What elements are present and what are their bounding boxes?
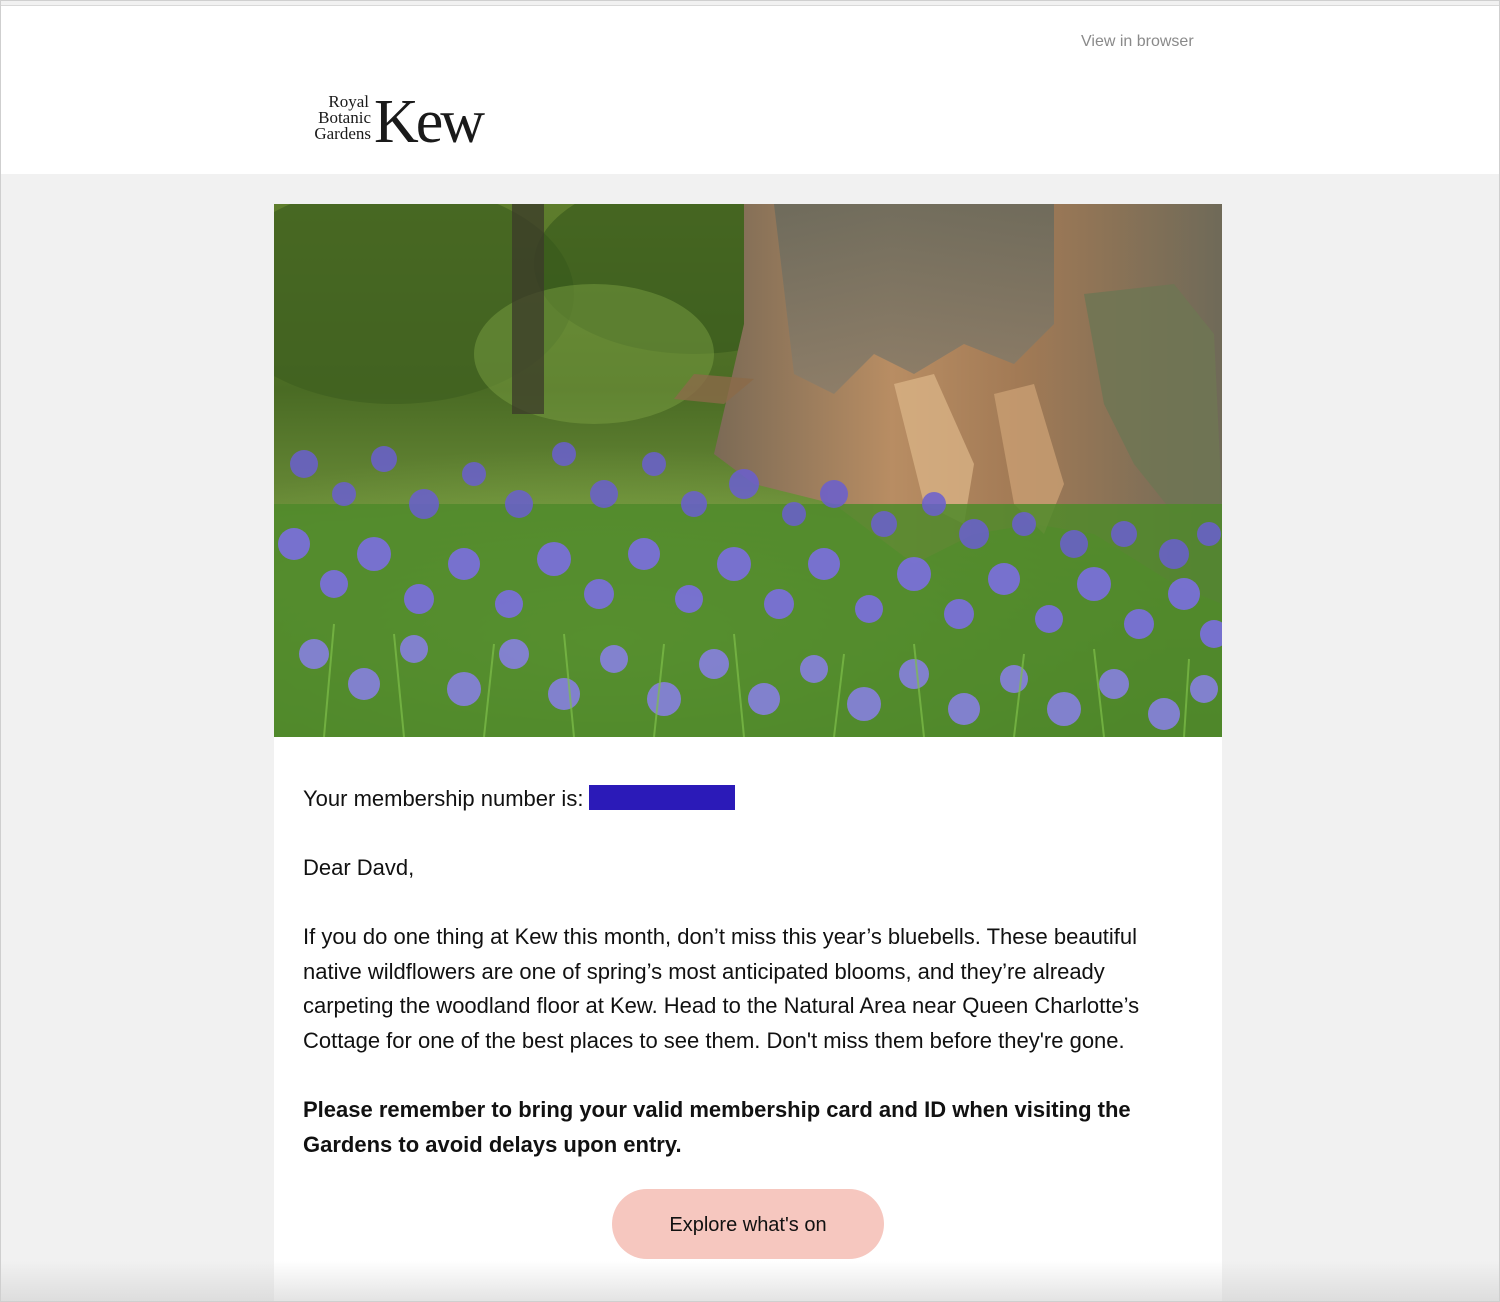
logo-wordmark: Kew <box>374 88 485 156</box>
explore-whats-on-button[interactable]: Explore what's on <box>612 1189 884 1259</box>
membership-notice: Please remember to bring your valid memb… <box>303 1097 1131 1157</box>
membership-line: Your membership number is: <box>303 782 736 817</box>
kew-logo[interactable]: Royal Botanic Gardens Kew <box>301 88 501 156</box>
hero-image <box>274 204 1222 737</box>
email-card: Your membership number is: Dear Davd, If… <box>274 204 1222 1301</box>
view-in-browser-link[interactable]: View in browser <box>1081 33 1194 51</box>
email-window: View in browser Royal Botanic Gardens Ke… <box>0 0 1500 1302</box>
email-header: View in browser Royal Botanic Gardens Ke… <box>1 6 1499 174</box>
membership-label: Your membership number is: <box>303 786 584 811</box>
logo-line-gardens: Gardens <box>314 124 371 143</box>
redacted-membership-number <box>589 785 736 810</box>
bluebell-woodland-photo <box>274 204 1222 737</box>
body-paragraph: If you do one thing at Kew this month, d… <box>303 924 1140 1053</box>
logo-small-text: Royal Botanic Gardens <box>291 93 371 143</box>
greeting: Dear Davd, <box>303 855 415 880</box>
